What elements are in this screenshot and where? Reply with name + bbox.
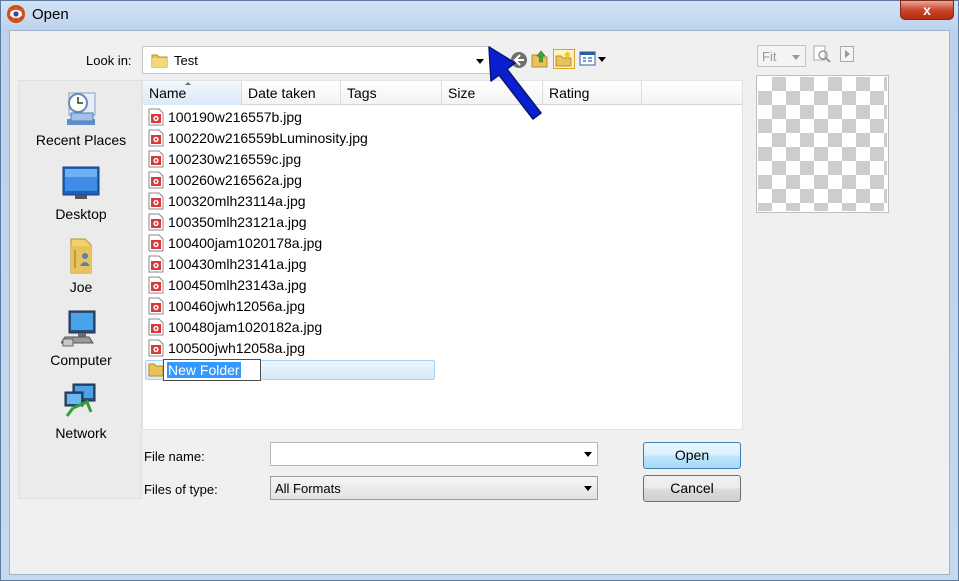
chevron-down-icon[interactable] [584, 452, 592, 457]
file-row[interactable]: 100350mlh23121a.jpg [143, 212, 742, 233]
column-label: Rating [549, 85, 590, 101]
computer-icon [61, 310, 96, 347]
folder-icon [151, 54, 168, 68]
rename-text: New Folder [167, 362, 241, 378]
image-file-icon [148, 213, 164, 234]
file-type-dropdown[interactable]: All Formats [270, 476, 598, 500]
file-row[interactable]: 100500jwh12058a.jpg [143, 338, 742, 359]
chevron-down-icon[interactable] [584, 486, 592, 491]
file-name: 100260w216562a.jpg [168, 172, 302, 188]
annotation-arrow-icon [488, 46, 542, 120]
window-title: Open [32, 6, 69, 23]
new-folder-icon[interactable] [553, 49, 575, 69]
image-file-icon [148, 297, 164, 318]
file-row[interactable]: 100480jam1020182a.jpg [143, 317, 742, 338]
file-row[interactable]: 100220w216559bLuminosity.jpg [143, 128, 742, 149]
place-computer[interactable]: Computer [19, 309, 143, 379]
place-label: Joe [69, 279, 93, 295]
file-row[interactable]: 100190w216557b.jpg [143, 107, 742, 128]
file-name: 100190w216557b.jpg [168, 109, 302, 125]
open-dialog: Open x Look in: Test Recent Places Deskt… [0, 0, 959, 581]
place-network[interactable]: Network [19, 382, 143, 452]
image-file-icon [148, 339, 164, 360]
file-name-label: File name: [144, 449, 205, 464]
file-row[interactable]: 100460jwh12056a.jpg [143, 296, 742, 317]
file-row[interactable]: 100430mlh23141a.jpg [143, 254, 742, 275]
recent-places-icon [67, 92, 96, 125]
file-row[interactable]: 100400jam1020178a.jpg [143, 233, 742, 254]
file-list[interactable]: Name Date taken Tags Size Rating 100190w… [142, 80, 743, 430]
preview-zoom-dropdown[interactable]: Fit [757, 45, 806, 67]
place-recent-places[interactable]: Recent Places [19, 89, 143, 159]
column-tags[interactable]: Tags [341, 81, 442, 105]
file-name-combobox[interactable] [270, 442, 598, 466]
image-file-icon [148, 171, 164, 192]
column-label: Name [149, 85, 187, 101]
image-file-icon [148, 150, 164, 171]
file-rows: 100190w216557b.jpg 100220w216559bLuminosi… [143, 107, 742, 381]
column-date-taken[interactable]: Date taken [242, 81, 341, 105]
file-name: 100500jwh12058a.jpg [168, 340, 306, 356]
column-label: Date taken [248, 85, 316, 101]
file-name: 100320mlh23114a.jpg [168, 193, 306, 209]
title-bar[interactable]: Open x [1, 0, 958, 29]
place-label: Recent Places [35, 132, 127, 148]
preview-zoom-value: Fit [762, 49, 777, 64]
image-file-icon [148, 108, 164, 129]
image-file-icon [148, 129, 164, 150]
place-label: Computer [50, 352, 112, 368]
sort-ascending-icon [185, 82, 191, 85]
image-file-icon [148, 192, 164, 213]
image-file-icon [148, 318, 164, 339]
file-type-value: All Formats [275, 481, 341, 496]
app-eye-icon [7, 5, 25, 23]
open-button[interactable]: Open [643, 442, 741, 469]
view-menu-icon[interactable] [579, 49, 607, 69]
dialog-body: Look in: Test Recent Places Desktop Joe … [9, 30, 950, 575]
file-row[interactable]: 100320mlh23114a.jpg [143, 191, 742, 212]
column-rating[interactable]: Rating [543, 81, 642, 105]
file-name: 100350mlh23121a.jpg [168, 214, 307, 230]
file-name: 100230w216559c.jpg [168, 151, 302, 167]
image-file-icon [148, 234, 164, 255]
column-name[interactable]: Name [143, 81, 242, 105]
image-file-icon [148, 255, 164, 276]
user-folder-icon [70, 238, 92, 274]
place-label: Network [55, 425, 107, 441]
preview-play-icon[interactable] [840, 46, 854, 62]
column-label: Tags [347, 85, 377, 101]
look-in-label: Look in: [86, 53, 132, 68]
cancel-button[interactable]: Cancel [643, 475, 741, 502]
look-in-value: Test [174, 53, 198, 68]
file-row[interactable]: 100450mlh23143a.jpg [143, 275, 742, 296]
close-button[interactable]: x [900, 0, 954, 20]
place-desktop[interactable]: Desktop [19, 163, 143, 233]
place-joe[interactable]: Joe [19, 236, 143, 306]
network-icon [64, 383, 96, 417]
desktop-icon [62, 166, 100, 199]
look-in-dropdown[interactable]: Test [142, 46, 491, 74]
file-row[interactable]: 100230w216559c.jpg [143, 149, 742, 170]
file-name: 100450mlh23143a.jpg [168, 277, 307, 293]
chevron-down-icon[interactable] [792, 55, 800, 60]
column-header-row: Name Date taken Tags Size Rating [143, 81, 742, 105]
file-name: 100400jam1020178a.jpg [168, 235, 323, 251]
new-folder-row[interactable]: New Folder [143, 359, 742, 381]
image-file-icon [148, 276, 164, 297]
file-name: 100220w216559bLuminosity.jpg [168, 130, 368, 146]
file-name: 100480jam1020182a.jpg [168, 319, 323, 335]
preview-zoom-icon[interactable] [813, 45, 831, 63]
file-type-label: Files of type: [144, 482, 218, 497]
places-bar: Recent Places Desktop Joe Computer Netwo… [18, 80, 142, 499]
folder-icon [148, 363, 164, 377]
transparent-checkerboard [758, 77, 887, 211]
place-label: Desktop [55, 206, 107, 222]
rename-input[interactable]: New Folder [163, 359, 261, 381]
column-label: Size [448, 85, 476, 101]
image-preview [756, 75, 889, 213]
file-row[interactable]: 100260w216562a.jpg [143, 170, 742, 191]
file-name: 100430mlh23141a.jpg [168, 256, 307, 272]
close-icon: x [923, 2, 931, 18]
file-name: 100460jwh12056a.jpg [168, 298, 306, 314]
